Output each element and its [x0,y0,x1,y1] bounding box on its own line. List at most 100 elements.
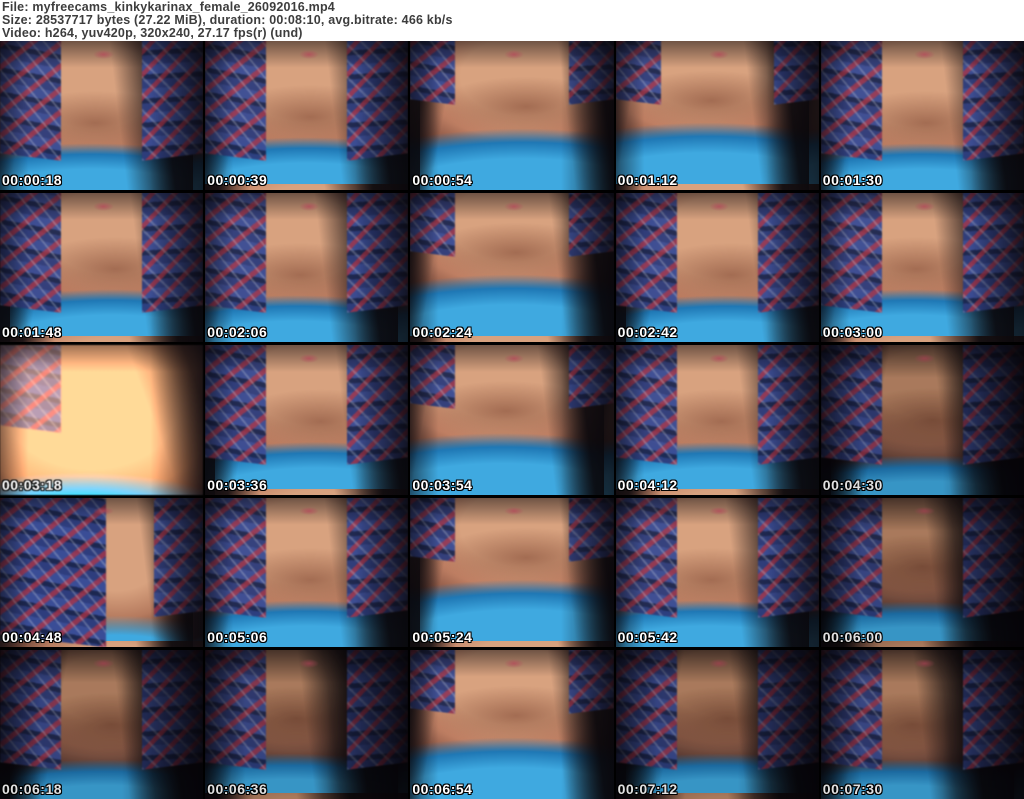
thumbnail-grid: 00:00:18 00:00:39 00:00:54 00:01:12 00:0… [0,41,1024,799]
timestamp-label: 00:04:12 [617,476,678,493]
face-hint [93,658,114,668]
video-thumbnail[interactable]: 00:03:54 [410,345,614,495]
video-thumbnail[interactable]: 00:01:30 [820,41,1024,191]
face-hint [298,202,319,212]
hair-shading [0,41,204,191]
thumbnail-image [0,193,204,343]
hair-shading [820,497,1024,647]
thumbnail-image [820,497,1024,647]
video-thumbnail[interactable]: 00:06:18 [0,649,204,799]
hair-shading [410,497,614,647]
thumbnail-image [615,497,819,647]
face-hint [914,506,935,516]
timestamp-label: 00:05:06 [207,628,268,645]
video-thumbnail[interactable]: 00:02:06 [205,193,409,343]
thumbnail-image [615,649,819,799]
face-hint [298,49,319,59]
hair-shading [410,193,614,343]
timestamp-label: 00:03:00 [822,324,883,341]
hair-shading [615,497,819,647]
thumbnail-image [205,193,409,343]
video-thumbnail[interactable]: 00:03:36 [205,345,409,495]
hair-shading [0,193,204,343]
timestamp-label: 00:04:48 [2,628,63,645]
thumbnail-image [410,193,614,343]
hair-shading [0,497,204,647]
hair-shading [615,193,819,343]
hair-shading [410,345,614,495]
face-hint [914,658,935,668]
timestamp-label: 00:00:18 [2,172,63,189]
thumbnail-image [205,497,409,647]
timestamp-label: 00:01:12 [617,172,678,189]
timestamp-label: 00:01:48 [2,324,63,341]
video-thumbnail[interactable]: 00:01:12 [615,41,819,191]
thumbnail-image [615,345,819,495]
video-thumbnail[interactable]: 00:06:54 [410,649,614,799]
timestamp-label: 00:03:36 [207,476,268,493]
thumbnail-image [820,193,1024,343]
face-hint [93,49,114,59]
face-hint [298,658,319,668]
video-thumbnail[interactable]: 00:05:42 [615,497,819,647]
hair-shading [820,41,1024,191]
video-thumbnail[interactable]: 00:00:39 [205,41,409,191]
video-thumbnail[interactable]: 00:05:06 [205,497,409,647]
face-hint [503,49,525,59]
timestamp-label: 00:05:24 [412,628,473,645]
thumbnail-image [0,497,204,647]
timestamp-label: 00:02:42 [617,324,678,341]
timestamp-label: 00:06:00 [822,628,883,645]
video-thumbnail[interactable]: 00:06:36 [205,649,409,799]
thumbnail-image [820,345,1024,495]
hair-shading [820,193,1024,343]
hair-shading [410,649,614,799]
video-thumbnail[interactable]: 00:05:24 [410,497,614,647]
hair-shading [615,345,819,495]
timestamp-label: 00:02:06 [207,324,268,341]
thumbnail-image [410,41,614,191]
thumbnail-image [820,649,1024,799]
face-hint [914,49,935,59]
video-thumbnail[interactable]: 00:02:24 [410,193,614,343]
hair-shading [0,345,204,495]
timestamp-label: 00:06:36 [207,780,268,797]
timestamp-label: 00:07:30 [822,780,883,797]
thumbnail-image [410,649,614,799]
thumbnail-image [615,193,819,343]
hair-shading [615,649,819,799]
thumbnail-image [0,41,204,191]
hair-shading [410,41,614,191]
hair-shading [205,649,409,799]
video-thumbnail[interactable]: 00:04:12 [615,345,819,495]
video-thumbnail[interactable]: 00:03:18 [0,345,204,495]
thumbnail-image [205,649,409,799]
video-thumbnail[interactable]: 00:04:30 [820,345,1024,495]
video-thumbnail[interactable]: 00:00:54 [410,41,614,191]
video-thumbnail[interactable]: 00:03:00 [820,193,1024,343]
file-info-header: File: myfreecams_kinkykarinax_female_260… [0,0,1024,41]
hair-shading [205,41,409,191]
video-thumbnail[interactable]: 00:07:30 [820,649,1024,799]
thumbnail-image [205,345,409,495]
thumbnail-image [0,649,204,799]
hair-shading [0,649,204,799]
hair-shading [615,41,819,191]
hair-shading [205,345,409,495]
timestamp-label: 00:00:54 [412,172,473,189]
timestamp-label: 00:06:54 [412,780,473,797]
video-thumbnail[interactable]: 00:01:48 [0,193,204,343]
video-thumbnail[interactable]: 00:00:18 [0,41,204,191]
hair-shading [205,193,409,343]
thumbnail-image [0,345,204,495]
timestamp-label: 00:04:30 [822,476,883,493]
thumbnail-image [615,41,819,191]
video-thumbnail[interactable]: 00:04:48 [0,497,204,647]
face-hint [709,49,730,59]
thumbnail-image [820,41,1024,191]
hair-shading [205,497,409,647]
video-thumbnail[interactable]: 00:06:00 [820,497,1024,647]
thumbnail-image [410,345,614,495]
video-thumbnail[interactable]: 00:02:42 [615,193,819,343]
video-thumbnail[interactable]: 00:07:12 [615,649,819,799]
